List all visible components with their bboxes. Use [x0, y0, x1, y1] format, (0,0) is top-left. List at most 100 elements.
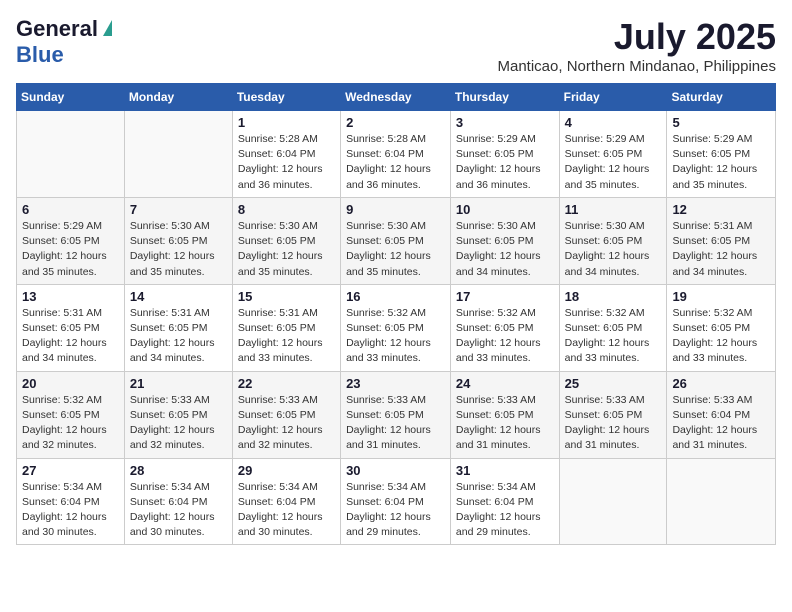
weekday-header-tuesday: Tuesday [232, 84, 340, 111]
logo-triangle-icon [103, 20, 112, 36]
day-info: Sunrise: 5:29 AMSunset: 6:05 PMDaylight:… [565, 132, 662, 193]
day-number: 2 [346, 115, 445, 130]
day-number: 14 [130, 289, 227, 304]
logo: General Blue [16, 16, 112, 68]
day-info: Sunrise: 5:32 AMSunset: 6:05 PMDaylight:… [346, 306, 445, 367]
day-info: Sunrise: 5:34 AMSunset: 6:04 PMDaylight:… [456, 480, 554, 541]
day-number: 25 [565, 376, 662, 391]
weekday-header-monday: Monday [124, 84, 232, 111]
day-info: Sunrise: 5:32 AMSunset: 6:05 PMDaylight:… [565, 306, 662, 367]
calendar-cell: 22 Sunrise: 5:33 AMSunset: 6:05 PMDayligh… [232, 371, 340, 458]
calendar-cell [17, 111, 125, 198]
calendar-cell: 8 Sunrise: 5:30 AMSunset: 6:05 PMDaylight… [232, 197, 340, 284]
day-number: 5 [672, 115, 770, 130]
day-info: Sunrise: 5:33 AMSunset: 6:04 PMDaylight:… [672, 393, 770, 454]
calendar-cell: 31 Sunrise: 5:34 AMSunset: 6:04 PMDayligh… [450, 458, 559, 545]
calendar-cell: 16 Sunrise: 5:32 AMSunset: 6:05 PMDayligh… [341, 284, 451, 371]
calendar-cell: 29 Sunrise: 5:34 AMSunset: 6:04 PMDayligh… [232, 458, 340, 545]
calendar-cell: 25 Sunrise: 5:33 AMSunset: 6:05 PMDayligh… [559, 371, 667, 458]
calendar-cell: 7 Sunrise: 5:30 AMSunset: 6:05 PMDaylight… [124, 197, 232, 284]
day-number: 18 [565, 289, 662, 304]
day-info: Sunrise: 5:32 AMSunset: 6:05 PMDaylight:… [456, 306, 554, 367]
day-number: 26 [672, 376, 770, 391]
day-info: Sunrise: 5:29 AMSunset: 6:05 PMDaylight:… [456, 132, 554, 193]
calendar-cell [559, 458, 667, 545]
weekday-header-thursday: Thursday [450, 84, 559, 111]
day-info: Sunrise: 5:30 AMSunset: 6:05 PMDaylight:… [456, 219, 554, 280]
day-info: Sunrise: 5:30 AMSunset: 6:05 PMDaylight:… [238, 219, 335, 280]
day-info: Sunrise: 5:33 AMSunset: 6:05 PMDaylight:… [238, 393, 335, 454]
weekday-header-saturday: Saturday [667, 84, 776, 111]
day-info: Sunrise: 5:28 AMSunset: 6:04 PMDaylight:… [346, 132, 445, 193]
day-info: Sunrise: 5:30 AMSunset: 6:05 PMDaylight:… [346, 219, 445, 280]
day-info: Sunrise: 5:30 AMSunset: 6:05 PMDaylight:… [565, 219, 662, 280]
day-info: Sunrise: 5:33 AMSunset: 6:05 PMDaylight:… [130, 393, 227, 454]
day-info: Sunrise: 5:31 AMSunset: 6:05 PMDaylight:… [130, 306, 227, 367]
day-number: 1 [238, 115, 335, 130]
day-number: 15 [238, 289, 335, 304]
logo-blue: Blue [16, 42, 64, 68]
calendar-cell: 12Sunrise: 5:31 AMSunset: 6:05 PMDayligh… [667, 197, 776, 284]
day-info: Sunrise: 5:33 AMSunset: 6:05 PMDaylight:… [565, 393, 662, 454]
day-number: 13 [22, 289, 119, 304]
day-info: Sunrise: 5:29 AMSunset: 6:05 PMDaylight:… [22, 219, 119, 280]
day-info: Sunrise: 5:30 AMSunset: 6:05 PMDaylight:… [130, 219, 227, 280]
calendar-cell: 15 Sunrise: 5:31 AMSunset: 6:05 PMDayligh… [232, 284, 340, 371]
calendar-cell: 30Sunrise: 5:34 AMSunset: 6:04 PMDayligh… [341, 458, 451, 545]
calendar-cell: 4Sunrise: 5:29 AMSunset: 6:05 PMDaylight… [559, 111, 667, 198]
calendar-cell: 9Sunrise: 5:30 AMSunset: 6:05 PMDaylight… [341, 197, 451, 284]
calendar-cell: 24 Sunrise: 5:33 AMSunset: 6:05 PMDayligh… [450, 371, 559, 458]
calendar-cell: 13 Sunrise: 5:31 AMSunset: 6:05 PMDayligh… [17, 284, 125, 371]
day-info: Sunrise: 5:34 AMSunset: 6:04 PMDaylight:… [130, 480, 227, 541]
day-info: Sunrise: 5:33 AMSunset: 6:05 PMDaylight:… [456, 393, 554, 454]
day-number: 6 [22, 202, 119, 217]
calendar-cell: 18 Sunrise: 5:32 AMSunset: 6:05 PMDayligh… [559, 284, 667, 371]
day-number: 20 [22, 376, 119, 391]
title-area: July 2025 Manticao, Northern Mindanao, P… [498, 16, 777, 75]
weekday-header-friday: Friday [559, 84, 667, 111]
calendar-cell: 21 Sunrise: 5:33 AMSunset: 6:05 PMDayligh… [124, 371, 232, 458]
calendar-cell: 5 Sunrise: 5:29 AMSunset: 6:05 PMDaylight… [667, 111, 776, 198]
calendar-cell: 2 Sunrise: 5:28 AMSunset: 6:04 PMDaylight… [341, 111, 451, 198]
weekday-header-wednesday: Wednesday [341, 84, 451, 111]
day-info: Sunrise: 5:34 AMSunset: 6:04 PMDaylight:… [238, 480, 335, 541]
calendar-cell: 11Sunrise: 5:30 AMSunset: 6:05 PMDayligh… [559, 197, 667, 284]
day-info: Sunrise: 5:34 AMSunset: 6:04 PMDaylight:… [22, 480, 119, 541]
day-number: 24 [456, 376, 554, 391]
day-info: Sunrise: 5:32 AMSunset: 6:05 PMDaylight:… [672, 306, 770, 367]
calendar-cell: 17Sunrise: 5:32 AMSunset: 6:05 PMDayligh… [450, 284, 559, 371]
calendar-cell: 28 Sunrise: 5:34 AMSunset: 6:04 PMDayligh… [124, 458, 232, 545]
logo-general: General [16, 16, 98, 42]
location-title: Manticao, Northern Mindanao, Philippines [498, 58, 777, 75]
day-info: Sunrise: 5:31 AMSunset: 6:05 PMDaylight:… [238, 306, 335, 367]
page-header: General Blue July 2025 Manticao, Norther… [16, 16, 776, 75]
day-info: Sunrise: 5:33 AMSunset: 6:05 PMDaylight:… [346, 393, 445, 454]
calendar-cell: 19Sunrise: 5:32 AMSunset: 6:05 PMDayligh… [667, 284, 776, 371]
calendar-cell: 23 Sunrise: 5:33 AMSunset: 6:05 PMDayligh… [341, 371, 451, 458]
day-number: 7 [130, 202, 227, 217]
day-number: 29 [238, 463, 335, 478]
calendar-cell: 1 Sunrise: 5:28 AMSunset: 6:04 PMDaylight… [232, 111, 340, 198]
day-info: Sunrise: 5:28 AMSunset: 6:04 PMDaylight:… [238, 132, 335, 193]
day-number: 16 [346, 289, 445, 304]
day-number: 3 [456, 115, 554, 130]
calendar-cell: 3 Sunrise: 5:29 AMSunset: 6:05 PMDaylight… [450, 111, 559, 198]
calendar-cell: 14 Sunrise: 5:31 AMSunset: 6:05 PMDayligh… [124, 284, 232, 371]
day-info: Sunrise: 5:29 AMSunset: 6:05 PMDaylight:… [672, 132, 770, 193]
day-number: 23 [346, 376, 445, 391]
day-number: 8 [238, 202, 335, 217]
calendar-cell: 26 Sunrise: 5:33 AMSunset: 6:04 PMDayligh… [667, 371, 776, 458]
calendar-cell [124, 111, 232, 198]
day-info: Sunrise: 5:34 AMSunset: 6:04 PMDaylight:… [346, 480, 445, 541]
day-number: 27 [22, 463, 119, 478]
day-number: 31 [456, 463, 554, 478]
calendar-table: SundayMondayTuesdayWednesdayThursdayFrid… [16, 83, 776, 545]
calendar-cell [667, 458, 776, 545]
day-number: 22 [238, 376, 335, 391]
day-number: 28 [130, 463, 227, 478]
calendar-cell: 6 Sunrise: 5:29 AMSunset: 6:05 PMDaylight… [17, 197, 125, 284]
calendar-cell: 20Sunrise: 5:32 AMSunset: 6:05 PMDayligh… [17, 371, 125, 458]
day-number: 21 [130, 376, 227, 391]
day-info: Sunrise: 5:31 AMSunset: 6:05 PMDaylight:… [22, 306, 119, 367]
day-info: Sunrise: 5:31 AMSunset: 6:05 PMDaylight:… [672, 219, 770, 280]
